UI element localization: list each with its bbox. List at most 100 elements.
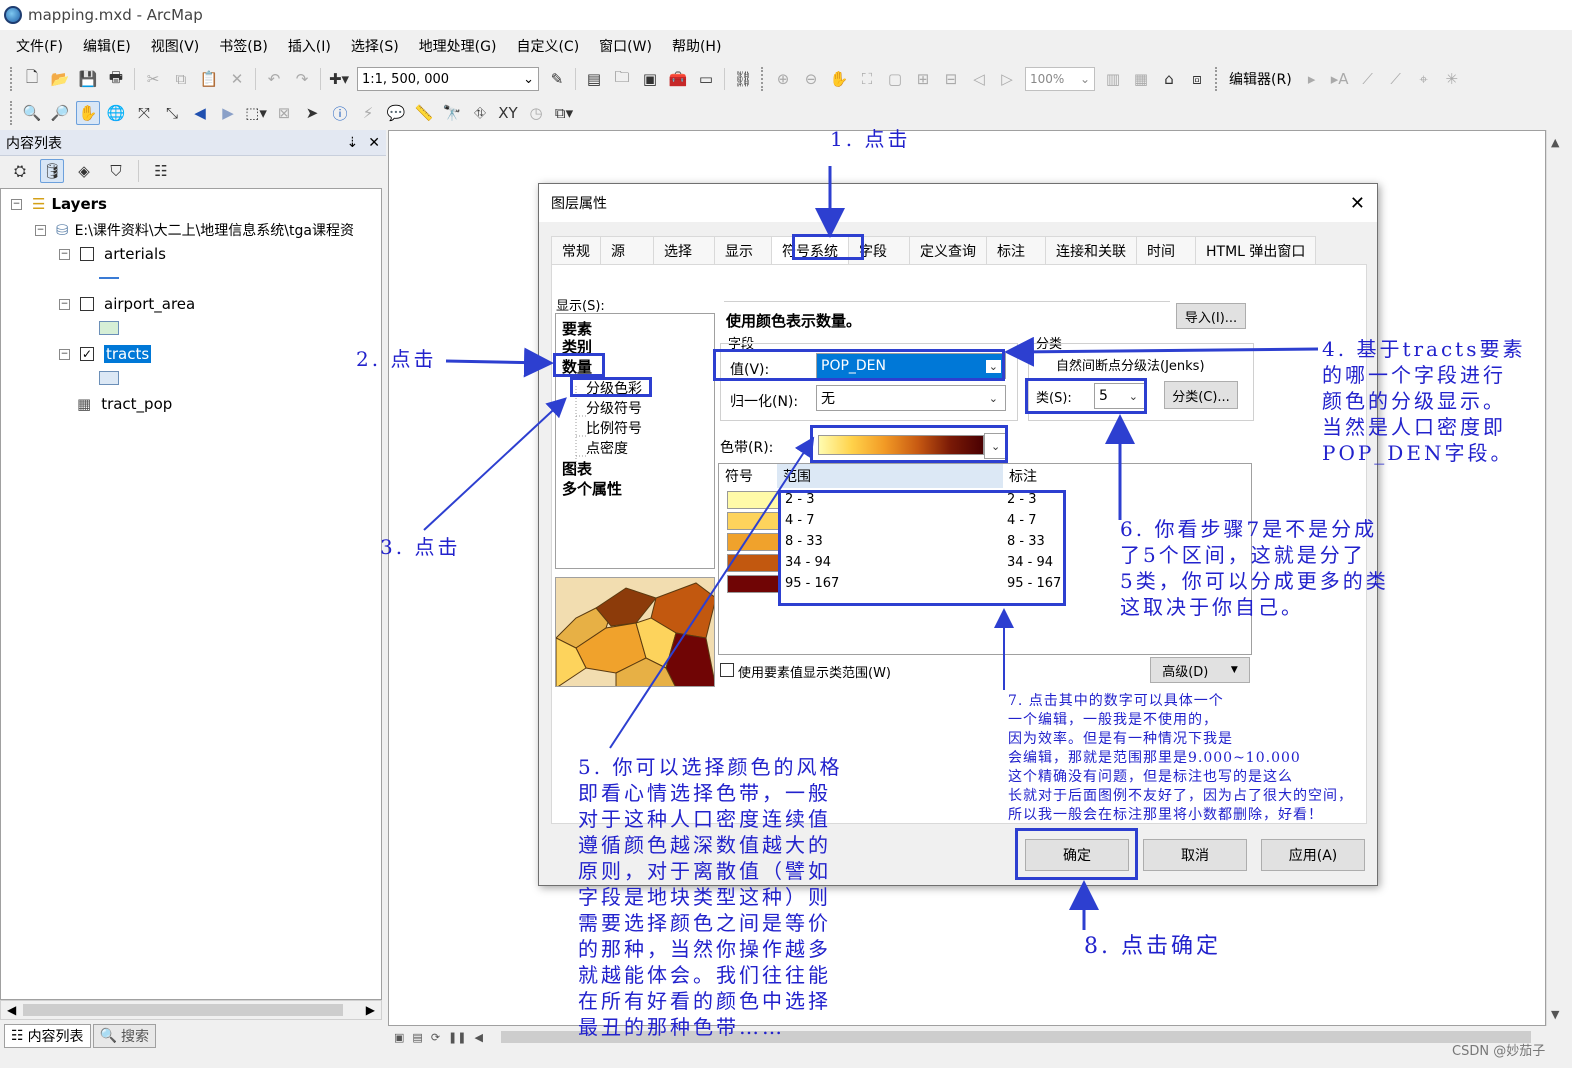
go-to-xy-icon[interactable]: XY <box>496 101 520 125</box>
print-icon[interactable]: 🖶 <box>104 67 128 91</box>
tab-source[interactable]: 源 <box>600 236 654 264</box>
options-icon[interactable]: ☷ <box>149 159 173 183</box>
tab-html-popup[interactable]: HTML 弹出窗口 <box>1195 236 1317 264</box>
menu-file[interactable]: 文件(F) <box>6 36 73 56</box>
menu-insert[interactable]: 插入(I) <box>278 36 341 56</box>
toolbar-grip[interactable] <box>10 101 14 125</box>
editor-menu-button[interactable]: 编辑器(R) <box>1223 69 1298 89</box>
identify-icon[interactable]: ⓘ <box>328 101 352 125</box>
layers-node[interactable]: − ☰ Layers <box>11 195 107 213</box>
model-builder-icon[interactable]: ⛓ <box>731 67 755 91</box>
data-driven-pages-icon[interactable]: ⧈ <box>1185 67 1209 91</box>
import-button[interactable]: 导入(I)... <box>1176 303 1246 329</box>
layout-view-icon[interactable]: ▤ <box>412 1031 422 1044</box>
range-header[interactable]: 范围 <box>777 464 1003 488</box>
menu-view[interactable]: 视图(V) <box>141 36 210 56</box>
full-extent-globe-icon[interactable]: 🌐 <box>104 101 128 125</box>
tab-selection[interactable]: 选择 <box>653 236 715 264</box>
clear-selection-icon[interactable]: ⊠ <box>272 101 296 125</box>
renderer-graduated-symbols[interactable]: 分级符号 <box>586 398 642 418</box>
list-by-selection-icon[interactable]: ⛉ <box>104 159 128 183</box>
delete-icon[interactable]: ✕ <box>225 67 249 91</box>
tab-labels[interactable]: 标注 <box>986 236 1046 264</box>
pin-icon[interactable]: ⇣ <box>347 135 359 151</box>
open-folder-icon[interactable]: 📂 <box>48 67 72 91</box>
fixed-zoom-out-icon[interactable]: ⤡ <box>160 101 184 125</box>
find-route-icon[interactable]: ⛗ <box>468 101 492 125</box>
renderer-dot-density[interactable]: 点密度 <box>586 438 628 458</box>
classify-button[interactable]: 分类(C)... <box>1164 381 1238 409</box>
collapse-icon[interactable]: − <box>35 224 46 236</box>
menu-help[interactable]: 帮助(H) <box>662 36 731 56</box>
use-feature-values-checkbox[interactable] <box>720 663 734 677</box>
table-tract-pop[interactable]: ▦ tract_pop <box>77 395 172 413</box>
collapse-icon[interactable]: − <box>59 298 70 310</box>
menu-customize[interactable]: 自定义(C) <box>506 36 589 56</box>
tab-toc[interactable]: ☷ 内容列表 <box>4 1024 91 1048</box>
pan-hand-icon[interactable]: ✋ <box>76 101 100 125</box>
normalization-combo[interactable]: 无 ⌄ <box>816 385 1006 411</box>
zoom-in-icon[interactable]: 🔍 <box>20 101 44 125</box>
class-symbol-swatch[interactable] <box>727 512 779 530</box>
forward-arrow-icon[interactable]: ▶ <box>216 101 240 125</box>
copy-icon[interactable]: ⧉ <box>169 67 193 91</box>
scroll-left-icon[interactable]: ◀ <box>474 1031 482 1044</box>
split-tool-icon[interactable]: ✳ <box>1440 67 1464 91</box>
workspace-node[interactable]: − ⛁ E:\课件资料\大二上\地理信息系统\tga课程资 <box>35 220 354 240</box>
zoom-out-icon[interactable]: 🔎 <box>48 101 72 125</box>
refresh-icon[interactable]: ⟳ <box>431 1031 440 1044</box>
layout-back-icon[interactable]: ◁ <box>967 67 991 91</box>
scroll-right-icon[interactable]: ▶ <box>366 1003 375 1017</box>
map-vertical-scrollbar[interactable]: ▲ ▼ <box>1546 130 1566 1026</box>
toolbar-grip[interactable] <box>761 67 765 91</box>
find-icon[interactable]: 🔭 <box>440 101 464 125</box>
menu-geoprocessing[interactable]: 地理处理(G) <box>409 36 507 56</box>
toc-horizontal-scrollbar[interactable]: ◀ ▶ <box>0 1000 382 1020</box>
tab-display[interactable]: 显示 <box>714 236 772 264</box>
collapse-icon[interactable]: − <box>11 198 22 210</box>
edit-annotation-icon[interactable]: ▸A <box>1328 67 1352 91</box>
map-scale-combo[interactable]: 1:1, 500, 000 ⌄ <box>357 67 539 91</box>
symbol-header[interactable]: 符号 <box>719 464 777 488</box>
save-icon[interactable]: 💾 <box>76 67 100 91</box>
renderer-proportional-symbols[interactable]: 比例符号 <box>586 418 642 438</box>
measure-icon[interactable]: 📏 <box>412 101 436 125</box>
class-symbol-swatch[interactable] <box>727 533 779 551</box>
tab-definition-query[interactable]: 定义查询 <box>909 236 987 264</box>
arctoolbox-icon[interactable]: 🧰 <box>666 67 690 91</box>
hyperlink-icon[interactable]: ⚡ <box>356 101 380 125</box>
editor-toolbar-icon[interactable]: ✎ <box>545 67 569 91</box>
cancel-button[interactable]: 取消 <box>1143 839 1247 871</box>
menu-windows[interactable]: 窗口(W) <box>589 36 662 56</box>
layout-pan-icon[interactable]: ✋ <box>827 67 851 91</box>
layout-fixed-out-icon[interactable]: ⊟ <box>939 67 963 91</box>
advanced-button[interactable]: 高级(D) ▼ <box>1150 657 1250 683</box>
time-slider-icon[interactable]: ◷ <box>524 101 548 125</box>
layer-tracts[interactable]: − ✓ tracts <box>59 345 152 363</box>
class-symbol-swatch[interactable] <box>727 575 779 593</box>
change-layout-icon[interactable]: ⌂ <box>1157 67 1181 91</box>
class-symbol-swatch[interactable] <box>727 491 779 509</box>
data-view-icon[interactable]: ▣ <box>394 1031 404 1044</box>
scroll-left-icon[interactable]: ◀ <box>7 1003 16 1017</box>
renderer-multiple-attributes[interactable]: 多个属性 <box>562 478 622 499</box>
layer-arterials[interactable]: − arterials <box>59 245 166 263</box>
endpoint-arc-icon[interactable]: ⟋ <box>1384 67 1408 91</box>
label-header[interactable]: 标注 <box>1003 464 1243 488</box>
layout-zoom-out-icon[interactable]: ⊖ <box>799 67 823 91</box>
visibility-checkbox[interactable]: ✓ <box>80 347 94 361</box>
scroll-up-icon[interactable]: ▲ <box>1551 136 1559 149</box>
new-document-icon[interactable]: 🗋 <box>20 67 44 91</box>
menu-selection[interactable]: 选择(S) <box>341 36 409 56</box>
layer-airport-area[interactable]: − airport_area <box>59 295 195 313</box>
close-icon[interactable]: ✕ <box>1350 193 1365 214</box>
tab-joins-relates[interactable]: 连接和关联 <box>1045 236 1137 264</box>
fixed-zoom-in-icon[interactable]: ⤧ <box>132 101 156 125</box>
layout-100-icon[interactable]: ▢ <box>883 67 907 91</box>
create-viewer-icon[interactable]: ⧉▾ <box>552 101 576 125</box>
undo-icon[interactable]: ↶ <box>262 67 286 91</box>
close-icon[interactable]: ✕ <box>368 135 380 151</box>
toggle-draft-icon[interactable]: ▥ <box>1101 67 1125 91</box>
focus-data-frame-icon[interactable]: ▦ <box>1129 67 1153 91</box>
scroll-thumb[interactable] <box>23 1004 343 1016</box>
